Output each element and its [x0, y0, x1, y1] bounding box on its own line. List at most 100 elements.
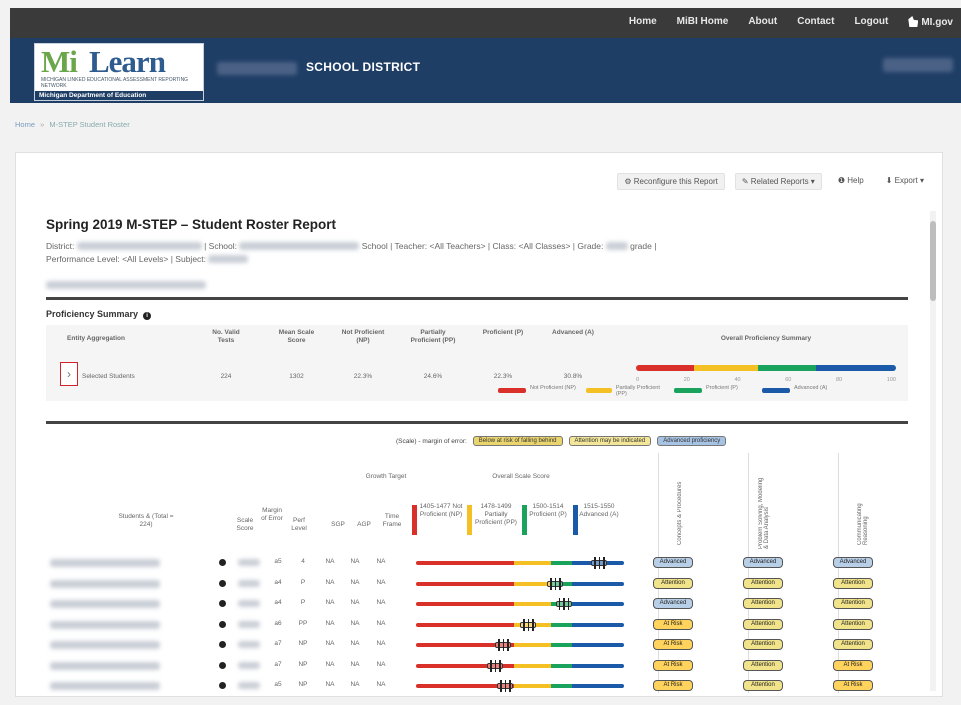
redacted-student-name[interactable]: [50, 579, 160, 588]
table-row[interactable]: a7 NP NA NA NA At Risk Attention At Risk: [46, 656, 908, 676]
section-divider: [46, 297, 908, 300]
table-row[interactable]: a4 P NA NA NA Attention Attention Attention: [46, 574, 908, 594]
redacted-student-name[interactable]: [50, 620, 160, 629]
category-badge-communicating[interactable]: Advanced: [833, 557, 873, 568]
mi-gov-label: MI.gov: [921, 17, 953, 28]
header-students[interactable]: Students & (Total = 224): [116, 513, 176, 529]
info-icon[interactable]: i: [143, 312, 152, 320]
table-row[interactable]: a5 4 NA NA NA Advanced Advanced Advanced: [46, 553, 908, 573]
sgp-value: NA: [325, 599, 335, 606]
score-marker[interactable]: [555, 596, 572, 612]
category-badge-problem-solving[interactable]: Attention: [743, 598, 783, 609]
redacted-student-name[interactable]: [50, 559, 160, 567]
report-scrollbar[interactable]: [930, 211, 936, 691]
header-sgp: SGP: [331, 521, 345, 528]
category-badge-problem-solving[interactable]: Attention: [743, 680, 783, 691]
moe-badge-above: Advanced proficiency: [657, 436, 727, 446]
perf-level: NP: [298, 681, 308, 688]
category-badge-concepts[interactable]: Attention: [653, 577, 693, 589]
nav-link-logout[interactable]: Logout: [854, 16, 888, 28]
legend-swatch: [762, 388, 790, 393]
category-badge-concepts[interactable]: At Risk: [653, 659, 693, 671]
perf-level: NP: [298, 660, 308, 668]
nav-link-mibi-home[interactable]: MiBI Home: [677, 16, 729, 28]
category-badge-communicating[interactable]: At Risk: [833, 680, 873, 691]
table-row[interactable]: a4 P NA NA NA Advanced Attention Attention: [46, 594, 908, 614]
help-button[interactable]: ❶ Help: [832, 173, 870, 190]
tick-label: 80: [836, 377, 843, 383]
score-marker[interactable]: [591, 555, 608, 571]
reconfigure-label: Reconfigure this Report: [633, 177, 718, 186]
milearn-logo[interactable]: Mi Learn Michigan Linked Educational Ass…: [34, 43, 204, 101]
header-concepts-procedures: Concepts & Procedures: [677, 481, 683, 545]
table-row[interactable]: a6 PP NA NA NA At Risk Attention Attention: [46, 615, 908, 635]
info-icon[interactable]: [219, 641, 226, 648]
redacted-student-name[interactable]: [50, 600, 160, 608]
info-icon[interactable]: [219, 579, 226, 587]
redacted-student-name[interactable]: [50, 661, 160, 670]
table-row[interactable]: a7 NP NA NA NA At Risk Attention Attention: [46, 635, 908, 655]
category-badge-concepts[interactable]: At Risk: [653, 618, 693, 630]
category-badge-communicating[interactable]: Attention: [833, 598, 873, 609]
category-badge-communicating[interactable]: Attention: [833, 577, 873, 589]
export-label: Export: [894, 176, 918, 185]
info-icon[interactable]: [219, 682, 226, 689]
nav-link-about[interactable]: About: [748, 16, 777, 28]
scrollbar-thumb[interactable]: [930, 221, 936, 301]
category-badge-communicating[interactable]: Attention: [833, 618, 873, 630]
info-icon[interactable]: [219, 620, 226, 628]
category-badge-problem-solving[interactable]: Attention: [743, 618, 783, 630]
category-badge-communicating[interactable]: At Risk: [833, 659, 873, 671]
section-divider-2: [46, 421, 908, 424]
nav-link-home[interactable]: Home: [629, 16, 657, 28]
redacted-student-name[interactable]: [50, 641, 160, 649]
export-button[interactable]: ⬇ Export ▾: [880, 173, 930, 190]
breadcrumb-home[interactable]: Home: [15, 120, 35, 129]
mi-gov-link[interactable]: MI.gov: [908, 16, 953, 28]
agp-value: NA: [350, 640, 360, 647]
redacted-district: [76, 242, 202, 250]
info-icon[interactable]: [219, 559, 226, 566]
header-scale-score: Scale Score: [236, 517, 254, 532]
category-badge-problem-solving[interactable]: Attention: [743, 639, 783, 650]
overall-proficiency-bar: [636, 365, 896, 371]
marker-tick: [567, 598, 570, 610]
moe-badge-below: Below at risk of falling behind: [472, 436, 563, 446]
marker-tick: [523, 618, 525, 631]
sgp-value: NA: [325, 640, 335, 647]
header-agp: AGP: [357, 521, 371, 528]
category-badge-concepts[interactable]: Advanced: [653, 598, 693, 609]
value-pp: 24.6%: [423, 373, 443, 380]
redacted-student-name[interactable]: [50, 682, 160, 690]
score-marker[interactable]: [520, 617, 537, 633]
category-badge-communicating[interactable]: Attention: [833, 639, 873, 650]
score-marker[interactable]: [547, 576, 564, 592]
logo-subtitle: Michigan Linked Educational Assessment R…: [41, 77, 189, 89]
time-frame: NA: [376, 558, 386, 565]
category-badge-problem-solving[interactable]: Attention: [743, 577, 783, 589]
category-badge-concepts[interactable]: At Risk: [653, 639, 693, 650]
category-badge-concepts[interactable]: At Risk: [653, 680, 693, 691]
category-badge-problem-solving[interactable]: Attention: [743, 659, 783, 671]
breadcrumb-separator: »: [40, 120, 45, 129]
reconfigure-button[interactable]: ⚙ Reconfigure this Report: [617, 173, 725, 190]
band-pp-swatch: [467, 505, 472, 535]
score-marker[interactable]: [487, 658, 504, 674]
nav-link-contact[interactable]: Contact: [797, 16, 834, 28]
agp-value: NA: [350, 660, 360, 668]
info-icon[interactable]: [219, 661, 226, 669]
info-icon[interactable]: [219, 600, 226, 607]
bar-segment-p: [551, 561, 572, 565]
table-row[interactable]: a5 NP NA NA NA At Risk Attention At Risk: [46, 676, 908, 696]
score-marker[interactable]: [497, 678, 514, 694]
scale-score-bar: [416, 643, 624, 647]
marker-tick: [532, 618, 534, 631]
category-badge-concepts[interactable]: Advanced: [653, 557, 693, 568]
bar-segment-a: [571, 684, 624, 688]
moe-legend-label: (Scale) - margin of error:: [396, 437, 467, 445]
expand-row-button[interactable]: ›: [60, 362, 78, 386]
related-reports-button[interactable]: ✎ Related Reports ▾: [734, 173, 822, 190]
score-marker[interactable]: [495, 637, 512, 653]
category-badge-problem-solving[interactable]: Advanced: [743, 557, 783, 568]
time-frame: NA: [376, 640, 386, 647]
